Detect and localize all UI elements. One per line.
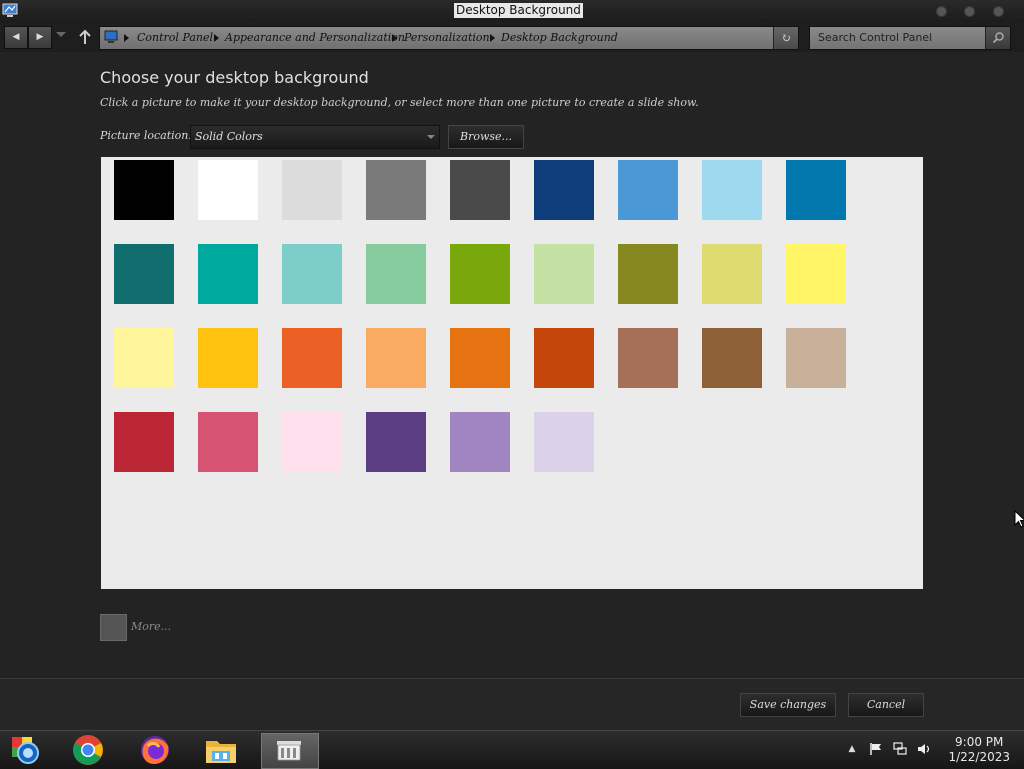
color-swatch[interactable] bbox=[114, 328, 174, 388]
color-swatch[interactable] bbox=[702, 328, 762, 388]
clock-time: 9:00 PM bbox=[955, 735, 1004, 749]
forward-button[interactable]: ▶ bbox=[28, 26, 52, 49]
network-icon[interactable] bbox=[893, 742, 907, 756]
breadcrumb-desktop-background[interactable]: Desktop Background bbox=[501, 31, 618, 44]
picture-location-select[interactable]: Solid Colors bbox=[190, 125, 440, 149]
footer-bar: Save changes Cancel bbox=[0, 678, 1024, 731]
refresh-icon[interactable]: ↻ bbox=[773, 27, 798, 49]
breadcrumb-chevron-icon[interactable] bbox=[490, 34, 495, 42]
display-settings-icon bbox=[2, 3, 18, 17]
breadcrumb-chevron-icon bbox=[124, 34, 129, 42]
control-panel-icon bbox=[277, 741, 301, 761]
taskbar-app-firefox[interactable] bbox=[127, 733, 183, 767]
search-icon bbox=[992, 32, 1004, 44]
breadcrumb-chevron-icon[interactable] bbox=[392, 34, 397, 42]
chevron-down-icon bbox=[427, 135, 435, 139]
color-swatch[interactable] bbox=[282, 160, 342, 220]
file-explorer-icon bbox=[206, 741, 236, 763]
volume-icon[interactable] bbox=[917, 742, 931, 756]
breadcrumb-appearance[interactable]: Appearance and Personalization bbox=[225, 31, 405, 44]
page-title: Choose your desktop background bbox=[100, 68, 369, 87]
firefox-icon bbox=[141, 736, 169, 764]
taskbar: ▲ 9:00 PM 1/22/2023 bbox=[0, 730, 1024, 769]
taskbar-app-chrome[interactable] bbox=[60, 733, 116, 767]
color-swatch[interactable] bbox=[366, 160, 426, 220]
color-swatch[interactable] bbox=[282, 244, 342, 304]
color-swatch[interactable] bbox=[282, 328, 342, 388]
main-content: Choose your desktop background Click a p… bbox=[0, 52, 1024, 678]
color-swatch[interactable] bbox=[114, 412, 174, 472]
color-swatch[interactable] bbox=[534, 244, 594, 304]
picture-location-value: Solid Colors bbox=[195, 130, 263, 143]
title-bar: Desktop Background bbox=[0, 0, 1024, 22]
maximize-button[interactable] bbox=[964, 6, 975, 17]
action-center-flag-icon[interactable] bbox=[869, 742, 883, 756]
show-hidden-icons-chevron-up-icon[interactable]: ▲ bbox=[845, 742, 859, 756]
color-swatch[interactable] bbox=[702, 160, 762, 220]
color-swatch[interactable] bbox=[618, 160, 678, 220]
color-swatch[interactable] bbox=[114, 160, 174, 220]
cancel-button[interactable]: Cancel bbox=[848, 693, 924, 717]
close-button[interactable] bbox=[993, 6, 1004, 17]
recent-pages-chevron-down-icon[interactable] bbox=[56, 32, 66, 37]
search-button[interactable] bbox=[985, 27, 1010, 49]
color-swatch[interactable] bbox=[534, 160, 594, 220]
color-swatch[interactable] bbox=[198, 244, 258, 304]
navigation-bar: ◀ ▶ Control Panel Appearance and Persona… bbox=[0, 22, 1024, 52]
minimize-button[interactable] bbox=[936, 6, 947, 17]
color-swatch[interactable] bbox=[366, 412, 426, 472]
color-swatch[interactable] bbox=[198, 412, 258, 472]
browse-button[interactable]: Browse... bbox=[448, 125, 524, 149]
color-swatch[interactable] bbox=[366, 244, 426, 304]
taskbar-app-control-panel[interactable] bbox=[261, 733, 319, 769]
back-button[interactable]: ◀ bbox=[4, 26, 28, 49]
window-title: Desktop Background bbox=[454, 3, 583, 18]
color-swatch[interactable] bbox=[450, 244, 510, 304]
breadcrumb-personalization[interactable]: Personalization bbox=[404, 31, 490, 44]
color-swatch[interactable] bbox=[198, 328, 258, 388]
breadcrumb-control-panel[interactable]: Control Panel bbox=[137, 31, 213, 44]
color-swatch[interactable] bbox=[786, 328, 846, 388]
color-swatch[interactable] bbox=[786, 244, 846, 304]
breadcrumb-chevron-icon[interactable] bbox=[214, 34, 219, 42]
address-bar[interactable]: Control Panel Appearance and Personaliza… bbox=[99, 26, 799, 50]
color-swatch[interactable] bbox=[786, 160, 846, 220]
color-swatch[interactable] bbox=[198, 160, 258, 220]
taskbar-app-file-explorer[interactable] bbox=[194, 733, 250, 767]
up-arrow-icon[interactable] bbox=[78, 29, 92, 45]
color-swatch[interactable] bbox=[366, 328, 426, 388]
color-swatch[interactable] bbox=[114, 244, 174, 304]
color-swatch[interactable] bbox=[450, 412, 510, 472]
color-swatch[interactable] bbox=[282, 412, 342, 472]
search-input[interactable]: Search Control Panel bbox=[818, 31, 932, 44]
color-settings-icon bbox=[12, 737, 39, 764]
clock-date: 1/22/2023 bbox=[948, 750, 1010, 764]
color-swatch[interactable] bbox=[702, 244, 762, 304]
control-panel-icon bbox=[104, 30, 118, 43]
color-swatch[interactable] bbox=[618, 328, 678, 388]
page-description: Click a picture to make it your desktop … bbox=[100, 96, 699, 109]
search-box[interactable]: Search Control Panel bbox=[809, 26, 1011, 50]
picture-location-label: Picture location: bbox=[100, 129, 193, 142]
color-swatch[interactable] bbox=[618, 244, 678, 304]
color-swatch[interactable] bbox=[534, 328, 594, 388]
color-swatch[interactable] bbox=[450, 328, 510, 388]
color-swatch[interactable] bbox=[534, 412, 594, 472]
chrome-icon bbox=[73, 735, 103, 765]
taskbar-app-color-settings[interactable] bbox=[0, 733, 56, 767]
color-gallery bbox=[101, 157, 923, 589]
more-color-swatch[interactable] bbox=[100, 614, 127, 641]
more-colors-link[interactable]: More... bbox=[131, 620, 171, 633]
color-swatch[interactable] bbox=[450, 160, 510, 220]
mouse-cursor-icon bbox=[1014, 510, 1024, 528]
system-clock[interactable]: 9:00 PM 1/22/2023 bbox=[948, 735, 1010, 765]
save-changes-button[interactable]: Save changes bbox=[740, 693, 836, 717]
